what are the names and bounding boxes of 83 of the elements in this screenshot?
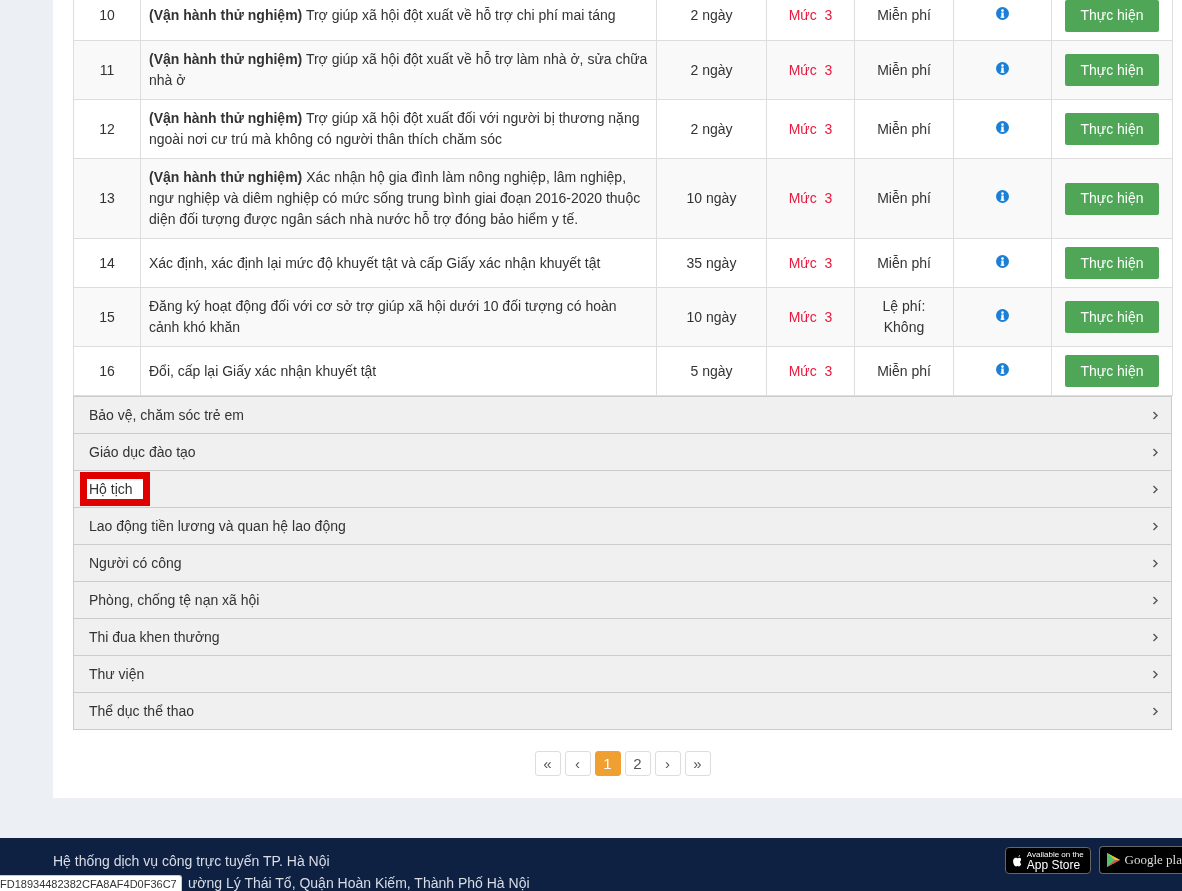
chevron-right-icon	[1152, 706, 1159, 716]
chevron-right-icon	[1152, 410, 1159, 420]
page-button[interactable]: »	[684, 751, 711, 776]
page-button[interactable]: 2	[624, 751, 651, 776]
processing-time: 2 ngày	[656, 99, 767, 159]
processing-time: 10 ngày	[656, 287, 767, 347]
row-number: 16	[73, 346, 141, 396]
category-row[interactable]: Thi đua khen thưởng	[74, 618, 1171, 655]
info-icon[interactable]	[996, 254, 1009, 268]
procedure-name: Xác định, xác định lại mức độ khuyết tật và cấp Giấy xác nhận khuyết tật	[140, 238, 657, 288]
info-icon[interactable]	[996, 362, 1009, 376]
page-button[interactable]: «	[534, 751, 561, 776]
category-label: Thể dục thể thao	[89, 702, 195, 721]
fee: Miễn phí	[854, 238, 954, 288]
category-label: Phòng, chống tệ nạn xã hội	[89, 591, 260, 610]
row-number: 11	[73, 40, 141, 100]
fee: Miễn phí	[854, 158, 954, 239]
category-label: Người có công	[89, 554, 182, 573]
category-label: Giáo dục đào tạo	[89, 443, 196, 462]
fee: Miễn phí	[854, 99, 954, 159]
row-number: 15	[73, 287, 141, 347]
category-row[interactable]: Giáo dục đào tạo	[74, 433, 1171, 470]
procedure-name: (Vận hành thử nghiệm) Trợ giúp xã hội đột xuất về hỗ trợ làm nhà ở, sửa chữa nhà ở	[140, 40, 657, 100]
info-icon[interactable]	[996, 7, 1009, 20]
status-url-tooltip: FD18934482382CFA8AF4D0F36C7	[0, 875, 182, 891]
procedure-name: Đổi, cấp lại Giấy xác nhận khuyết tật	[140, 346, 657, 396]
chevron-right-icon	[1152, 595, 1159, 605]
procedure-name: (Vận hành thử nghiệm) Trợ giúp xã hội đột xuất đối với người bị thương nặng ngoài nơi cư trú mà không có người thân thích chăm sóc	[140, 99, 657, 159]
fee: Miễn phí	[854, 346, 954, 396]
row-number: 14	[73, 238, 141, 288]
category-label: Thi đua khen thưởng	[89, 628, 220, 647]
service-level: Mức 3	[766, 238, 855, 288]
chevron-right-icon	[1152, 669, 1159, 679]
row-number: 12	[73, 99, 141, 159]
badge-title: Google pla	[1124, 852, 1182, 868]
service-level: Mức 3	[766, 346, 855, 396]
processing-time: 35 ngày	[656, 238, 767, 288]
processing-time: 2 ngày	[656, 40, 767, 100]
service-level: Mức 3	[766, 40, 855, 100]
service-level: Mức 3	[766, 99, 855, 159]
info-icon[interactable]	[996, 190, 1009, 203]
procedure-name: (Vận hành thử nghiệm) Trợ giúp xã hội đột xuất về hỗ trợ chi phí mai táng	[140, 0, 657, 41]
chevron-right-icon	[1152, 521, 1159, 531]
badge-caption: Available on the	[1026, 850, 1084, 859]
fee: Miễn phí	[854, 0, 954, 41]
chevron-right-icon	[1152, 447, 1159, 457]
info-icon[interactable]	[996, 61, 1009, 75]
info-icon[interactable]	[996, 308, 1009, 322]
play-triangle-icon	[1105, 852, 1121, 868]
badge-title: App Store	[1026, 858, 1082, 871]
chevron-right-icon	[1152, 558, 1159, 568]
category-row[interactable]: Lao động tiền lương và quan hệ lao động	[74, 507, 1171, 544]
category-row[interactable]: Bảo vệ, chăm sóc trẻ em	[74, 396, 1171, 433]
category-row[interactable]: Hộ tịch	[74, 470, 1171, 507]
category-label: Thư viện	[89, 665, 145, 684]
service-level: Mức 3	[766, 158, 855, 239]
row-number: 13	[73, 158, 141, 239]
row-number: 10	[73, 0, 141, 41]
fee: Miễn phí	[854, 40, 954, 100]
service-level: Mức 3	[766, 0, 855, 41]
fee: Lệ phí: Không	[854, 287, 954, 347]
service-level: Mức 3	[766, 287, 855, 347]
google-play-badge[interactable]: Google pla	[1098, 846, 1182, 874]
procedure-name: Đăng ký hoạt động đối với cơ sở trợ giúp xã hội dưới 10 đối tượng có hoàn cảnh khó khăn	[140, 287, 657, 347]
category-label: Bảo vệ, chăm sóc trẻ em	[89, 406, 244, 425]
processing-time: 5 ngày	[656, 346, 767, 396]
page-button[interactable]: ‹	[564, 751, 591, 776]
category-row[interactable]: Phòng, chống tệ nạn xã hội	[74, 581, 1171, 618]
chevron-right-icon	[1152, 484, 1159, 494]
info-icon[interactable]	[996, 120, 1009, 134]
category-row[interactable]: Thư viện	[74, 655, 1171, 692]
procedure-name: (Vận hành thử nghiệm) Xác nhận hộ gia đình làm nông nghiệp, lâm nghiệp, ngư nghiệp và diêm nghiệp có mức sống trung bình giai đoạn 2016-2020 thuộc diện đối tượng được ngân sách nhà nước hỗ trợ đóng bảo hiểm y tế.	[140, 158, 657, 239]
chevron-right-icon	[1152, 632, 1159, 642]
category-row[interactable]: Người có công	[74, 544, 1171, 581]
address-text: ường Lý Thái Tổ, Quận Hoàn Kiếm, Thành Phố Hà Nội	[188, 874, 530, 891]
app-store-badge[interactable]: Available on the App Store	[1004, 847, 1091, 874]
processing-time: 10 ngày	[656, 158, 767, 239]
processing-time: 2 ngày	[656, 0, 767, 41]
apple-logo-icon	[1011, 854, 1023, 867]
page-button[interactable]: ›	[654, 751, 681, 776]
category-row[interactable]: Thể dục thể thao	[74, 692, 1171, 729]
site-name-text: Hệ thống dịch vụ công trực tuyến TP. Hà Nội	[53, 852, 330, 871]
category-label: Lao động tiền lương và quan hệ lao động	[89, 517, 346, 536]
